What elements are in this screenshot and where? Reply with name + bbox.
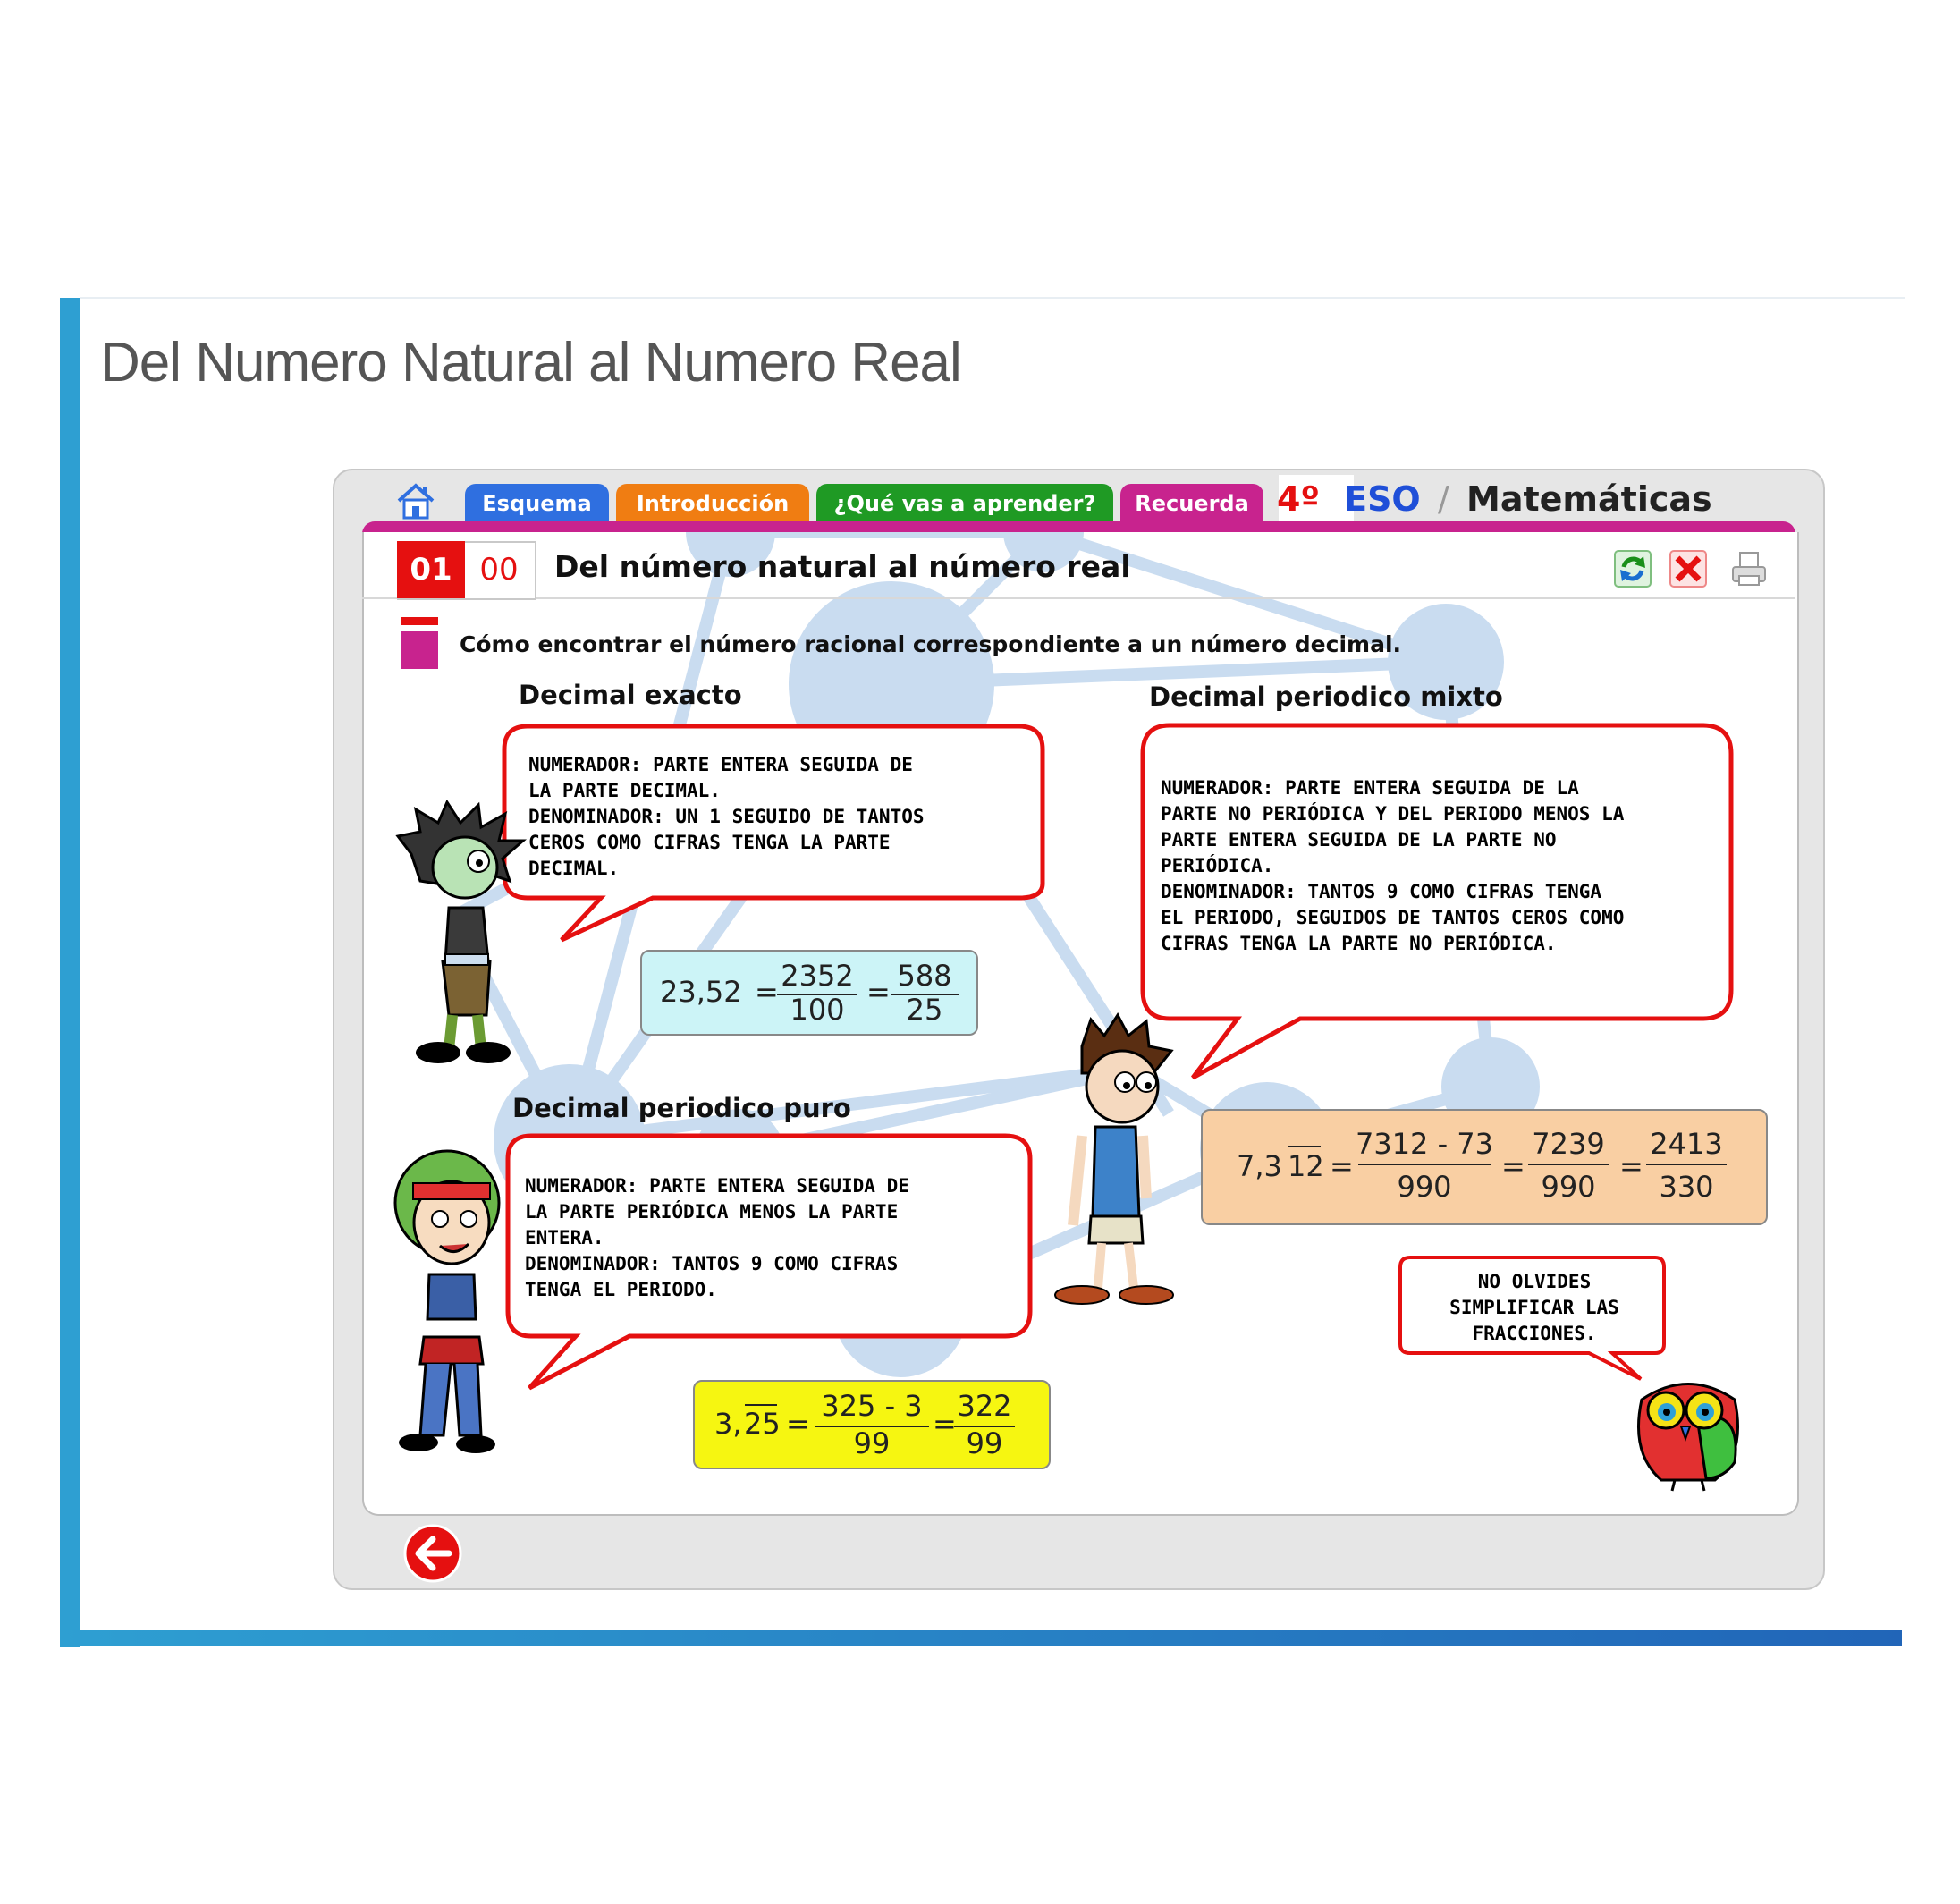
tab-recuerda[interactable]: Recuerda: [1120, 484, 1263, 521]
brand-grade: 4º: [1277, 479, 1320, 519]
svg-text:=: =: [1501, 1149, 1525, 1183]
slide-left-accent-bar: [60, 298, 80, 1647]
tab-esquema[interactable]: Esquema: [465, 484, 609, 521]
brand-subject: Matemáticas: [1466, 479, 1712, 519]
eq-puro-n1: 325 - 3: [821, 1389, 922, 1423]
heading-decimal-exacto: Decimal exacto: [519, 680, 742, 710]
character-dark-hair-illustration: [395, 800, 528, 1063]
eq-exacto-lhs: 23,52: [660, 975, 742, 1009]
eq-exacto-n1: 2352: [781, 959, 853, 993]
eq-puro-lhs-int: 3,: [714, 1407, 742, 1441]
svg-text:=: =: [933, 1407, 957, 1441]
back-arrow-icon[interactable]: [402, 1523, 463, 1584]
close-icon[interactable]: [1669, 549, 1708, 588]
eq-mixto-n1: 7312 - 73: [1356, 1127, 1493, 1161]
tab-que-vas-a-aprender[interactable]: ¿Qué vas a aprender?: [816, 484, 1113, 521]
character-boy-illustration: [1054, 1012, 1174, 1305]
header-separator: [362, 597, 1795, 599]
eq-mixto-d1: 990: [1397, 1170, 1451, 1204]
lesson-title: Del número natural al número real: [554, 549, 1131, 584]
refresh-icon[interactable]: [1613, 549, 1652, 588]
section-marker-icon: [401, 617, 438, 669]
eq-puro-n2: 322: [957, 1389, 1011, 1423]
slide-bottom-accent-bar: [60, 1630, 1902, 1646]
character-green-hair-illustration: [393, 1149, 501, 1453]
eq-exacto-d2: 25: [907, 993, 943, 1027]
brand-title: 4º ESO / Matemáticas: [1277, 479, 1712, 522]
eq-mixto-n3: 2413: [1650, 1127, 1722, 1161]
eq-mixto-lhs-int: 7,3: [1237, 1149, 1282, 1183]
equation-puro: 3, 25 = 325 - 3 99 = 322 99: [714, 1389, 1015, 1460]
heading-decimal-periodico-puro: Decimal periodico puro: [512, 1093, 851, 1123]
svg-text:=: =: [786, 1407, 810, 1441]
bubble-text-mixto: NUMERADOR: PARTE ENTERA SEGUIDA DE LA PA…: [1161, 777, 1625, 954]
lesson-number-sub: 00: [479, 552, 519, 588]
eq-puro-lhs-period: 25: [744, 1407, 781, 1441]
bubble-text-puro: NUMERADOR: PARTE ENTERA SEGUIDA DE LA PA…: [525, 1175, 909, 1300]
svg-text:=: =: [866, 975, 891, 1009]
brand-separator: /: [1437, 479, 1449, 519]
eq-exacto-n2: 588: [897, 959, 951, 993]
reminder-text: NO OLVIDES SIMPLIFICAR LAS FRACCIONES.: [1449, 1271, 1619, 1344]
heading-decimal-periodico-mixto: Decimal periodico mixto: [1149, 681, 1503, 712]
print-icon[interactable]: [1729, 549, 1769, 588]
eq-mixto-n2: 7239: [1532, 1127, 1604, 1161]
svg-text:=: =: [1330, 1149, 1354, 1183]
owl-illustration: [1636, 1383, 1740, 1492]
intro-text: Cómo encontrar el número racional corres…: [460, 631, 1402, 657]
tab-introduccion[interactable]: Introducción: [616, 484, 809, 521]
bubble-text-exacto: NUMERADOR: PARTE ENTERA SEGUIDA DE LA PA…: [528, 754, 925, 879]
slide-top-divider: [80, 297, 1905, 299]
equation-mixto: 7,3 12 = 7312 - 73 990 = 7239 990 = 2413…: [1237, 1127, 1727, 1204]
eq-puro-d2: 99: [967, 1426, 1003, 1460]
eq-puro-d1: 99: [854, 1426, 891, 1460]
home-icon[interactable]: [393, 481, 438, 520]
svg-text:=: =: [755, 975, 779, 1009]
eq-mixto-d3: 330: [1659, 1170, 1713, 1204]
eq-mixto-d2: 990: [1541, 1170, 1595, 1204]
eq-exacto-d1: 100: [790, 993, 844, 1027]
slide-title: Del Numero Natural al Numero Real: [100, 332, 962, 393]
lesson-number-main: 01: [397, 541, 465, 598]
svg-text:=: =: [1619, 1149, 1643, 1183]
brand-level: ESO: [1344, 479, 1421, 519]
eq-mixto-lhs-period: 12: [1288, 1149, 1324, 1183]
equation-exacto: 23,52 = 2352 100 = 588 25: [660, 959, 959, 1027]
